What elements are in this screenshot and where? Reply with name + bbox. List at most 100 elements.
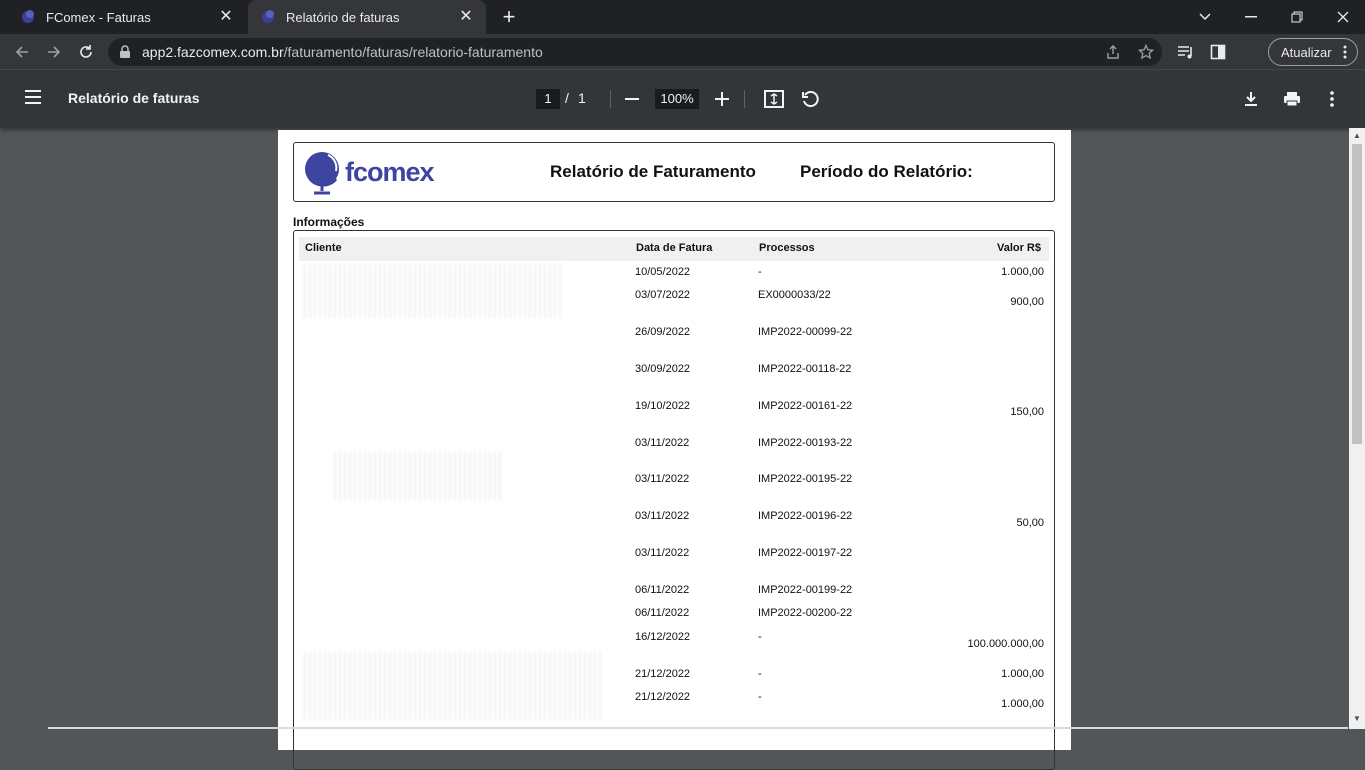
page-separator: / [565, 90, 569, 106]
more-vert-icon [1343, 45, 1347, 59]
minimize-icon [1245, 16, 1257, 18]
row-process: IMP2022-00193-22 [758, 437, 853, 449]
row-date: 26/09/2022 [635, 326, 691, 338]
divider [610, 90, 611, 108]
close-window-button[interactable] [1320, 0, 1365, 34]
url-path: /faturamento/faturas/relatorio-faturamen… [283, 44, 543, 60]
scroll-down-icon[interactable]: ▼ [1353, 715, 1361, 723]
column-value: Valor R$ [996, 242, 1041, 254]
forward-button[interactable] [42, 40, 66, 64]
globe-logo-icon [305, 152, 339, 195]
row-process: IMP2022-00196-22 [758, 510, 853, 522]
back-button[interactable] [10, 40, 34, 64]
row-process: IMP2022-00118-22 [758, 363, 852, 375]
row-process: EX0000033/22 [758, 289, 831, 301]
plus-icon [715, 92, 729, 106]
share-icon[interactable] [1104, 43, 1122, 61]
row-value: 1.000,00 [1001, 266, 1044, 278]
tab-title: FComex - Faturas [46, 9, 151, 25]
side-panel-icon[interactable] [1208, 42, 1228, 62]
tab-relatorio-faturas[interactable]: Relatório de faturas ✕ [248, 0, 486, 34]
row-value: 100.000.000,00 [967, 638, 1044, 650]
restore-button[interactable] [1274, 0, 1320, 34]
row-process: IMP2022-00197-22 [758, 547, 853, 559]
redacted-client-area [304, 263, 564, 318]
reload-icon [80, 45, 92, 58]
more-actions-button[interactable] [1321, 88, 1343, 110]
close-tab-icon[interactable]: ✕ [216, 7, 236, 27]
row-process: IMP2022-00099-22 [758, 326, 853, 338]
rotate-icon [802, 91, 819, 108]
row-date: 03/11/2022 [635, 547, 690, 559]
more-vert-icon [1330, 91, 1334, 107]
address-bar[interactable]: app2.fazcomex.com.br/faturamento/faturas… [108, 38, 1162, 66]
row-date: 03/11/2022 [635, 473, 690, 485]
zoom-in-button[interactable] [711, 88, 733, 110]
row-value: 50,00 [1016, 517, 1044, 529]
column-client: Cliente [305, 242, 342, 254]
zoom-out-button[interactable] [621, 88, 643, 110]
report-title: Relatório de Faturamento [550, 162, 756, 181]
row-date: 21/12/2022 [635, 691, 691, 703]
print-button[interactable] [1281, 88, 1303, 110]
tab-strip: FComex - Faturas ✕ Relatório de faturas … [0, 0, 1365, 34]
redacted-client-area [334, 451, 504, 501]
download-button[interactable] [1240, 88, 1262, 110]
page-number-input[interactable]: 1 [536, 89, 560, 109]
row-date: 19/10/2022 [635, 400, 691, 412]
vertical-scrollbar[interactable]: ▲ ▼ [1349, 128, 1365, 729]
url-host: app2.fazcomex.com.br [142, 44, 284, 60]
document-title: Relatório de faturas [68, 90, 200, 106]
fcomex-favicon-icon [260, 9, 276, 25]
close-tab-icon[interactable]: ✕ [456, 7, 476, 27]
new-tab-button[interactable]: + [497, 5, 521, 29]
row-process: IMP2022-00199-22 [758, 584, 853, 596]
reload-button[interactable] [74, 40, 98, 64]
table-header: Cliente Data de Fatura Processos Valor R… [299, 237, 1049, 261]
row-date: 03/11/2022 [635, 437, 690, 449]
row-date: 30/09/2022 [635, 363, 691, 375]
scroll-up-icon[interactable]: ▲ [1353, 132, 1361, 140]
pdf-viewer-toolbar: Relatório de faturas 1 / 1 100% [0, 70, 1365, 128]
arrow-right-icon [48, 46, 61, 58]
row-process: IMP2022-00161-22 [758, 400, 853, 412]
rotate-button[interactable] [799, 88, 821, 110]
row-process: IMP2022-00195-22 [758, 473, 853, 485]
tab-title: Relatório de faturas [286, 9, 400, 25]
fcomex-logo: fcomex [302, 149, 442, 197]
logo-text: fcomex [345, 157, 435, 187]
row-value: 1.000,00 [1001, 698, 1044, 710]
column-date: Data de Fatura [636, 242, 713, 254]
row-date: 16/12/2022 [635, 631, 691, 643]
row-process: - [758, 691, 762, 703]
fit-page-button[interactable] [763, 88, 785, 110]
pdf-page: fcomex Relatório de Faturamento Período … [278, 130, 1071, 770]
minimize-button[interactable] [1228, 0, 1274, 34]
fcomex-favicon-icon [20, 9, 36, 25]
redacted-client-area [304, 651, 604, 721]
report-header: fcomex Relatório de Faturamento Período … [293, 142, 1055, 202]
zoom-level-input[interactable]: 100% [655, 89, 699, 109]
bookmark-star-icon[interactable] [1137, 43, 1155, 61]
tab-search-button[interactable] [1182, 0, 1228, 34]
lock-icon[interactable] [119, 45, 131, 59]
row-value: 1.000,00 [1001, 668, 1044, 680]
row-date: 03/07/2022 [635, 289, 691, 301]
row-date: 06/11/2022 [635, 584, 690, 596]
tab-fcomex-faturas[interactable]: FComex - Faturas ✕ [8, 0, 246, 34]
download-icon [1245, 92, 1257, 106]
menu-icon[interactable] [24, 89, 42, 105]
divider [744, 90, 745, 108]
chevron-down-icon [1199, 13, 1211, 21]
restore-icon [1291, 11, 1303, 23]
fit-to-page-icon [764, 90, 784, 108]
browser-toolbar: app2.fazcomex.com.br/faturamento/faturas… [0, 34, 1365, 70]
update-browser-button[interactable]: Atualizar [1268, 38, 1358, 66]
row-process: - [758, 266, 762, 278]
page-count: 1 [578, 90, 586, 106]
url-text[interactable]: app2.fazcomex.com.br/faturamento/faturas… [142, 44, 543, 60]
media-control-icon[interactable] [1176, 42, 1196, 62]
scrollbar-thumb[interactable] [1352, 144, 1362, 444]
row-date: 21/12/2022 [635, 668, 691, 680]
row-process: IMP2022-00200-22 [758, 607, 853, 619]
